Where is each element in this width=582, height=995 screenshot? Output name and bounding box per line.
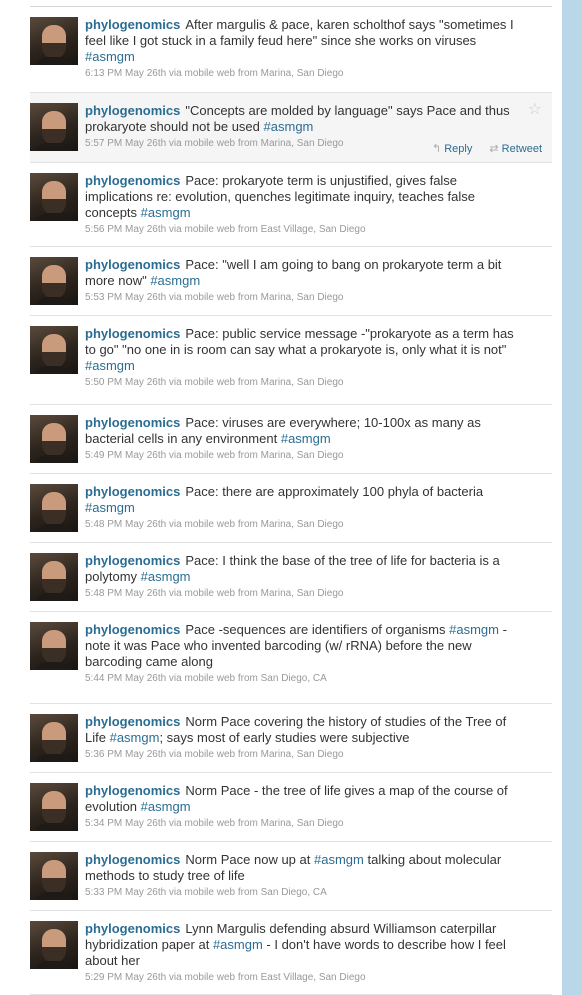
tweet-item-highlighted: ☆ phylogenomics "Concepts are molded by l…: [30, 93, 552, 163]
username-link[interactable]: phylogenomics: [85, 553, 180, 568]
avatar[interactable]: [30, 553, 78, 601]
username-link[interactable]: phylogenomics: [85, 622, 180, 637]
hashtag-link[interactable]: #asmgm: [110, 730, 160, 745]
avatar[interactable]: [30, 852, 78, 900]
avatar[interactable]: [30, 714, 78, 762]
username-link[interactable]: phylogenomics: [85, 921, 180, 936]
tweet-item: phylogenomics Pace: there are approximate…: [30, 474, 552, 543]
tweet-item: phylogenomics Lynn Margulis defending abs…: [30, 911, 552, 995]
hashtag-link[interactable]: #asmgm: [141, 205, 191, 220]
hashtag-link[interactable]: #asmgm: [449, 622, 499, 637]
tweet-item: phylogenomics Pace: public service messag…: [30, 316, 552, 405]
avatar[interactable]: [30, 484, 78, 532]
username-link[interactable]: phylogenomics: [85, 852, 180, 867]
hashtag-link[interactable]: #asmgm: [85, 500, 135, 515]
hashtag-link[interactable]: #asmgm: [150, 273, 200, 288]
avatar[interactable]: [30, 257, 78, 305]
avatar[interactable]: [30, 326, 78, 374]
avatar[interactable]: [30, 17, 78, 65]
tweet-timestamp[interactable]: 5:48 PM May 26th via mobile web from Mar…: [85, 587, 522, 601]
reply-arrow-icon: ↰: [432, 143, 442, 155]
tweet-timestamp[interactable]: 5:53 PM May 26th via mobile web from Mar…: [85, 291, 522, 305]
tweet-timeline: phylogenomics After margulis & pace, kare…: [30, 7, 552, 995]
tweet-item: phylogenomics Norm Pace covering the hist…: [30, 704, 552, 773]
hashtag-link[interactable]: #asmgm: [85, 358, 135, 373]
username-link[interactable]: phylogenomics: [85, 103, 180, 118]
username-link[interactable]: phylogenomics: [85, 415, 180, 430]
hashtag-link[interactable]: #asmgm: [141, 569, 191, 584]
hashtag-link[interactable]: #asmgm: [314, 852, 364, 867]
username-link[interactable]: phylogenomics: [85, 326, 180, 341]
avatar[interactable]: [30, 103, 78, 151]
hashtag-link[interactable]: #asmgm: [141, 799, 191, 814]
tweet-timestamp[interactable]: 5:50 PM May 26th via mobile web from Mar…: [85, 376, 522, 390]
tweet-text: Pace: there are approximately 100 phyla …: [185, 484, 484, 499]
timeline-panel: phylogenomics After margulis & pace, kare…: [0, 0, 582, 995]
tweet-item: phylogenomics Norm Pace - the tree of lif…: [30, 773, 552, 842]
tweet-item: phylogenomics Pace: viruses are everywher…: [30, 405, 552, 474]
tweet-timestamp[interactable]: 6:13 PM May 26th via mobile web from Mar…: [85, 67, 522, 81]
tweet-item: phylogenomics Pace -sequences are identif…: [30, 612, 552, 704]
retweet-button[interactable]: ⇄ Retweet: [489, 143, 542, 155]
avatar[interactable]: [30, 622, 78, 670]
hashtag-link[interactable]: #asmgm: [281, 431, 331, 446]
username-link[interactable]: phylogenomics: [85, 783, 180, 798]
tweet-item: phylogenomics Pace: prokaryote term is un…: [30, 163, 552, 247]
hashtag-link[interactable]: #asmgm: [264, 119, 314, 134]
hashtag-link[interactable]: #asmgm: [85, 49, 135, 64]
tweet-item: phylogenomics Norm Pace now up at #asmgm …: [30, 842, 552, 911]
tweet-item: phylogenomics Pace: I think the base of t…: [30, 543, 552, 612]
reply-button[interactable]: ↰ Reply: [432, 143, 472, 155]
tweet-timestamp[interactable]: 5:48 PM May 26th via mobile web from Mar…: [85, 518, 522, 532]
tweet-timestamp[interactable]: 5:34 PM May 26th via mobile web from Mar…: [85, 817, 522, 831]
username-link[interactable]: phylogenomics: [85, 17, 180, 32]
avatar[interactable]: [30, 415, 78, 463]
username-link[interactable]: phylogenomics: [85, 714, 180, 729]
username-link[interactable]: phylogenomics: [85, 173, 180, 188]
tweet-text: Norm Pace now up at: [185, 852, 311, 867]
username-link[interactable]: phylogenomics: [85, 257, 180, 272]
tweet-timestamp[interactable]: 5:33 PM May 26th via mobile web from San…: [85, 886, 522, 900]
reply-label: Reply: [444, 143, 473, 155]
username-link[interactable]: phylogenomics: [85, 484, 180, 499]
hashtag-link[interactable]: #asmgm: [213, 937, 263, 952]
tweet-timestamp[interactable]: 5:44 PM May 26th via mobile web from San…: [85, 672, 522, 686]
tweet-actions: ↰ Reply ⇄ Retweet: [418, 142, 542, 155]
tweet-timestamp[interactable]: 5:49 PM May 26th via mobile web from Mar…: [85, 449, 522, 463]
tweet-item: phylogenomics After margulis & pace, kare…: [30, 7, 552, 93]
tweet-text-tail: ; says most of early studies were subjec…: [159, 730, 410, 745]
avatar[interactable]: [30, 173, 78, 221]
tweet-timestamp[interactable]: 5:56 PM May 26th via mobile web from Eas…: [85, 223, 522, 237]
retweet-icon: ⇄: [489, 143, 499, 155]
tweet-item: phylogenomics Pace: "well I am going to b…: [30, 247, 552, 316]
retweet-label: Retweet: [501, 143, 542, 155]
favorite-star-icon[interactable]: ☆: [528, 99, 542, 119]
tweet-timestamp[interactable]: 5:36 PM May 26th via mobile web from Mar…: [85, 748, 522, 762]
tweet-timestamp[interactable]: 5:29 PM May 26th via mobile web from Eas…: [85, 971, 522, 985]
avatar[interactable]: [30, 783, 78, 831]
avatar[interactable]: [30, 921, 78, 969]
tweet-text: Pace -sequences are identifiers of organ…: [185, 622, 446, 637]
